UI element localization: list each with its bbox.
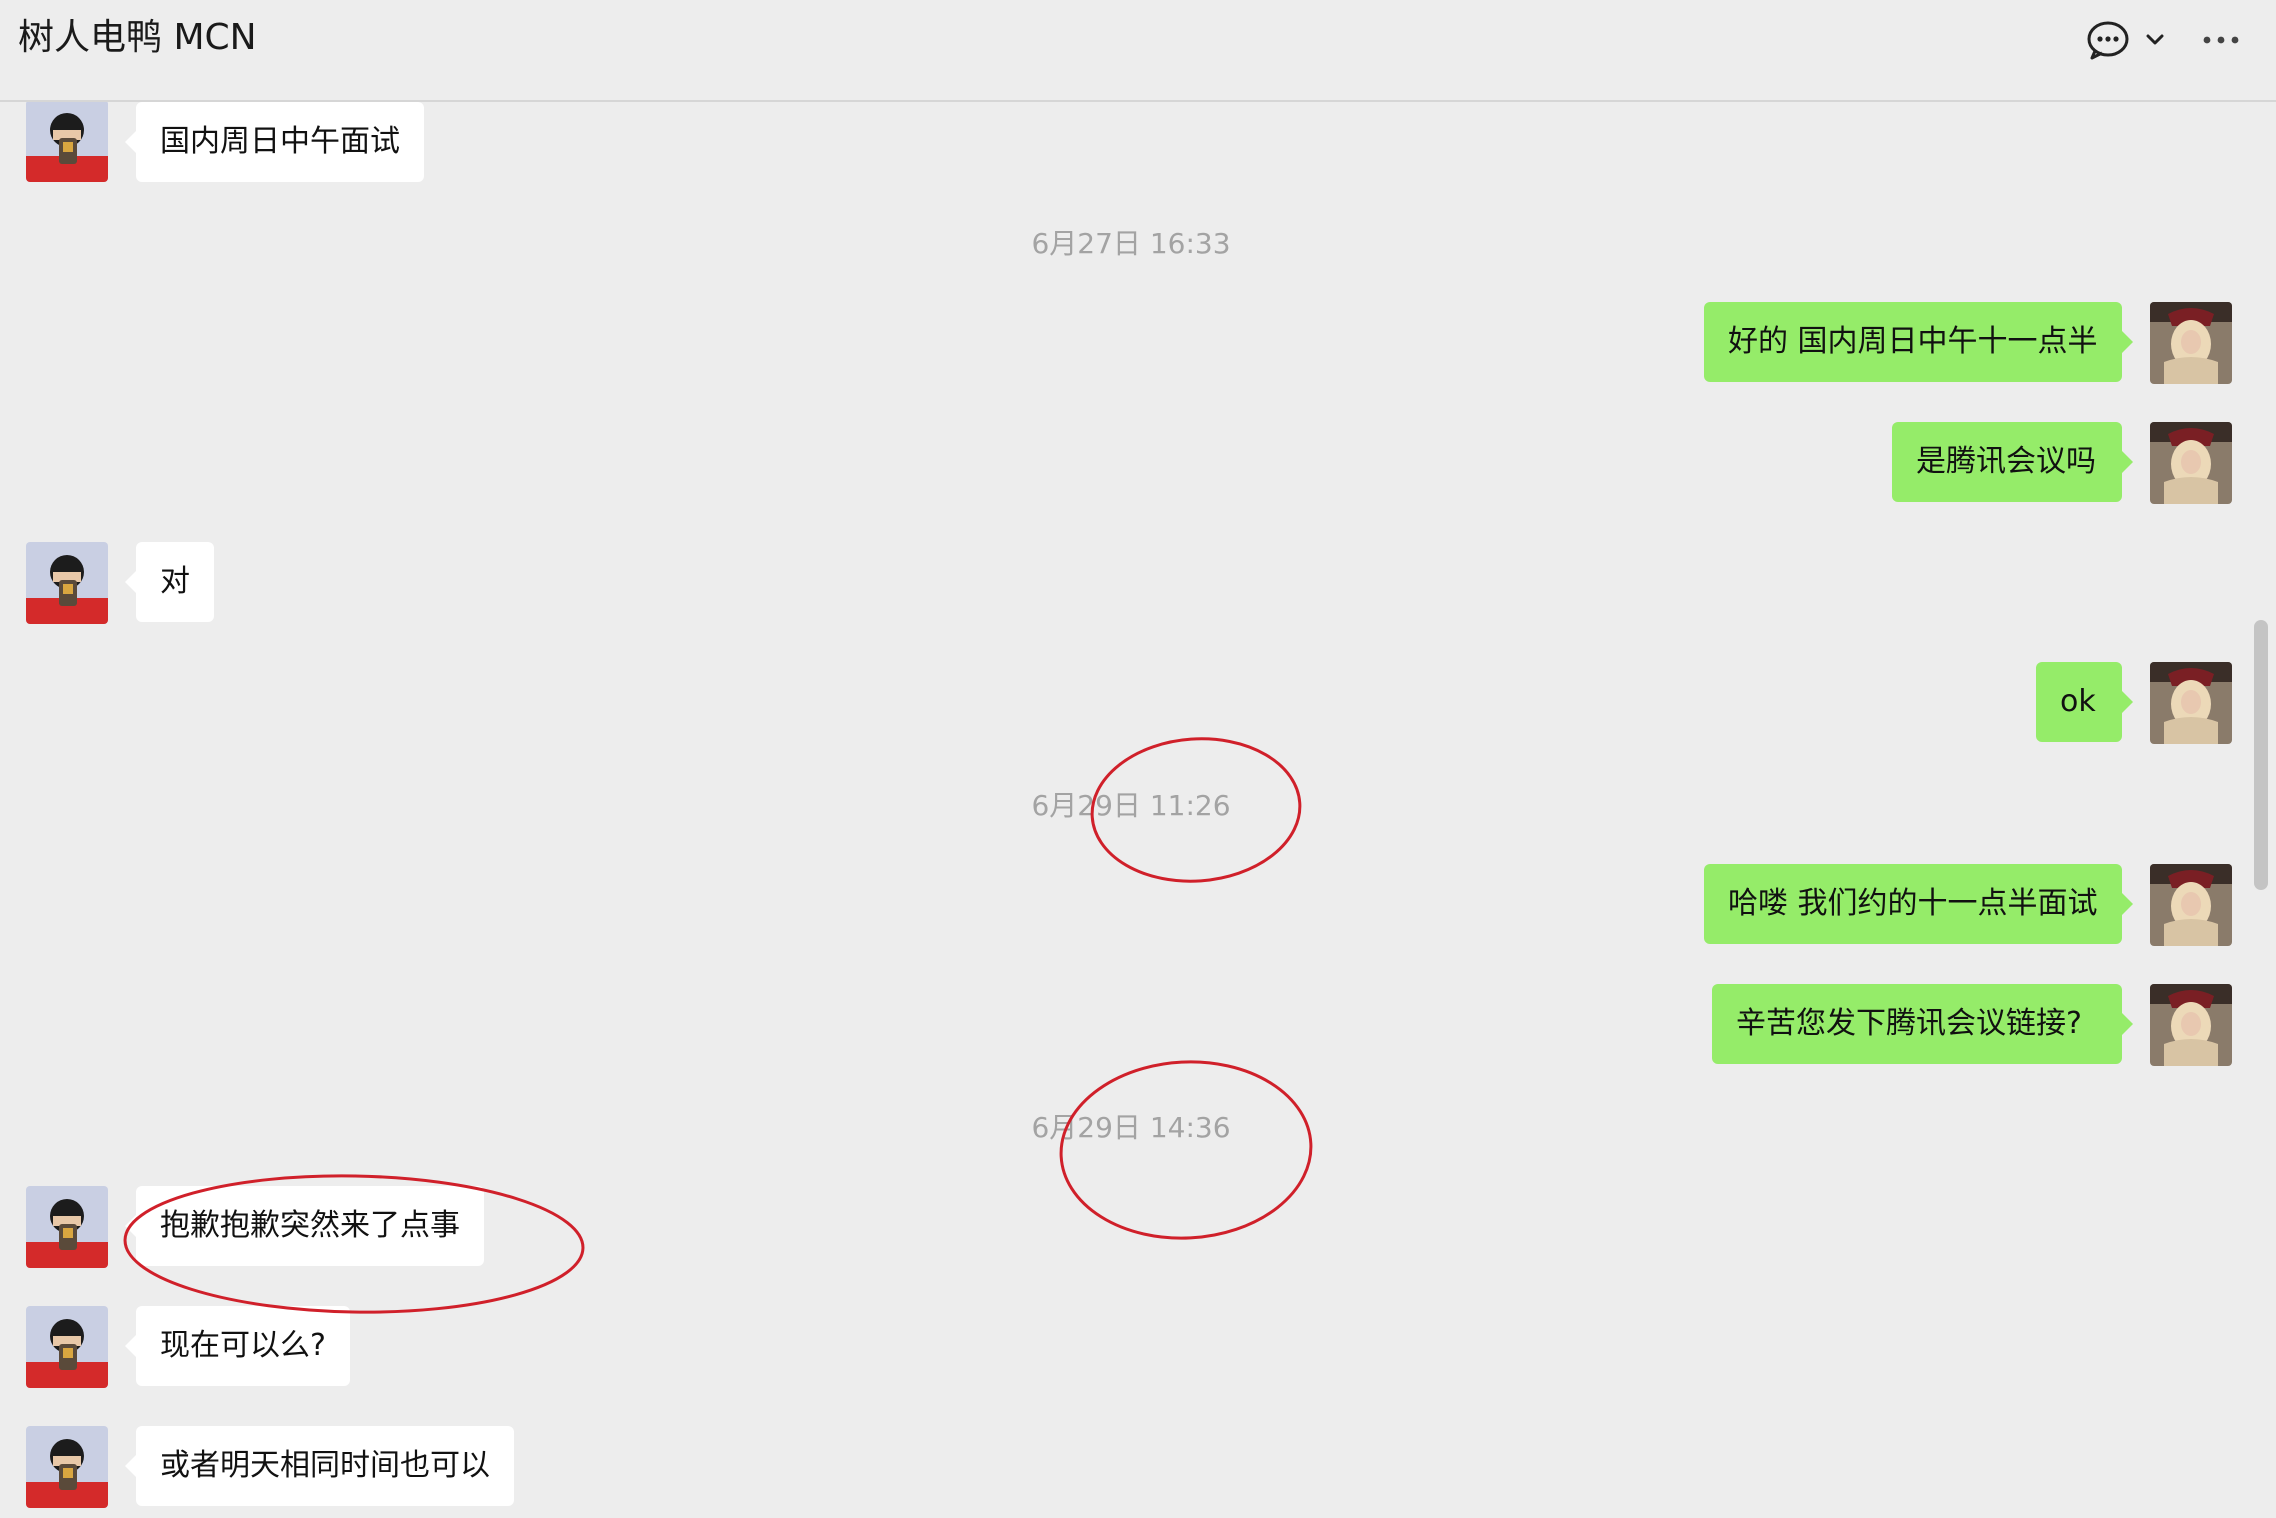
message-text: 是腾讯会议吗: [1916, 444, 2096, 479]
more-icon[interactable]: [2202, 20, 2240, 60]
message-text: 好的 国内周日中午十一点半: [1728, 324, 2098, 359]
contact-avatar[interactable]: [26, 1306, 108, 1388]
message-bubble[interactable]: 国内周日中午面试: [125, 102, 424, 182]
message-timestamp: 6月27日 16:33: [1031, 227, 1231, 260]
chevron-down-icon[interactable]: [2146, 20, 2164, 60]
contact-avatar[interactable]: [26, 1186, 108, 1268]
scrollbar-thumb[interactable]: [2254, 620, 2268, 890]
message-text: 或者明天相同时间也可以: [160, 1448, 490, 1483]
message-timestamp: 6月29日 11:26: [1031, 789, 1231, 822]
user-avatar[interactable]: [2150, 984, 2232, 1066]
message-text: 抱歉抱歉突然来了点事: [160, 1208, 460, 1243]
message-text: 辛苦您发下腾讯会议链接?: [1736, 1006, 2082, 1041]
message-bubble[interactable]: 对: [125, 542, 214, 622]
chat-title: 树人电鸭 MCN: [18, 17, 257, 58]
message-bubble[interactable]: 或者明天相同时间也可以: [125, 1426, 514, 1506]
message-bubble[interactable]: 好的 国内周日中午十一点半: [1704, 302, 2133, 382]
message-bubble[interactable]: 辛苦您发下腾讯会议链接?: [1712, 984, 2133, 1064]
message-bubble[interactable]: 现在可以么?: [125, 1306, 350, 1386]
message-list[interactable]: 国内周日中午面试 6月27日 16:33 好的 国内周日中午十一点半 是腾讯会议…: [0, 102, 2276, 1518]
message-text: 对: [160, 564, 190, 599]
message-bubble[interactable]: 哈喽 我们约的十一点半面试: [1704, 864, 2133, 944]
message-text: 国内周日中午面试: [160, 124, 400, 159]
message-bubble[interactable]: ok: [2036, 662, 2133, 742]
message-timestamp: 6月29日 14:36: [1031, 1111, 1231, 1144]
contact-avatar[interactable]: [26, 102, 108, 182]
contact-avatar[interactable]: [26, 1426, 108, 1508]
chat-bubble-icon[interactable]: [2086, 20, 2130, 60]
message-text: 现在可以么?: [160, 1328, 326, 1363]
user-avatar[interactable]: [2150, 662, 2232, 744]
message-text: ok: [2060, 684, 2096, 719]
message-bubble[interactable]: 是腾讯会议吗: [1892, 422, 2133, 502]
contact-avatar[interactable]: [26, 542, 108, 624]
message-text: 哈喽 我们约的十一点半面试: [1728, 886, 2098, 921]
message-bubble[interactable]: 抱歉抱歉突然来了点事: [125, 1186, 484, 1266]
chat-header: 树人电鸭 MCN: [0, 0, 2276, 102]
user-avatar[interactable]: [2150, 422, 2232, 504]
chat-window: 树人电鸭 MCN 国内周日中午面试 6月27日 16:33 好的 国内周日中午十…: [0, 0, 2276, 1518]
user-avatar[interactable]: [2150, 864, 2232, 946]
user-avatar[interactable]: [2150, 302, 2232, 384]
